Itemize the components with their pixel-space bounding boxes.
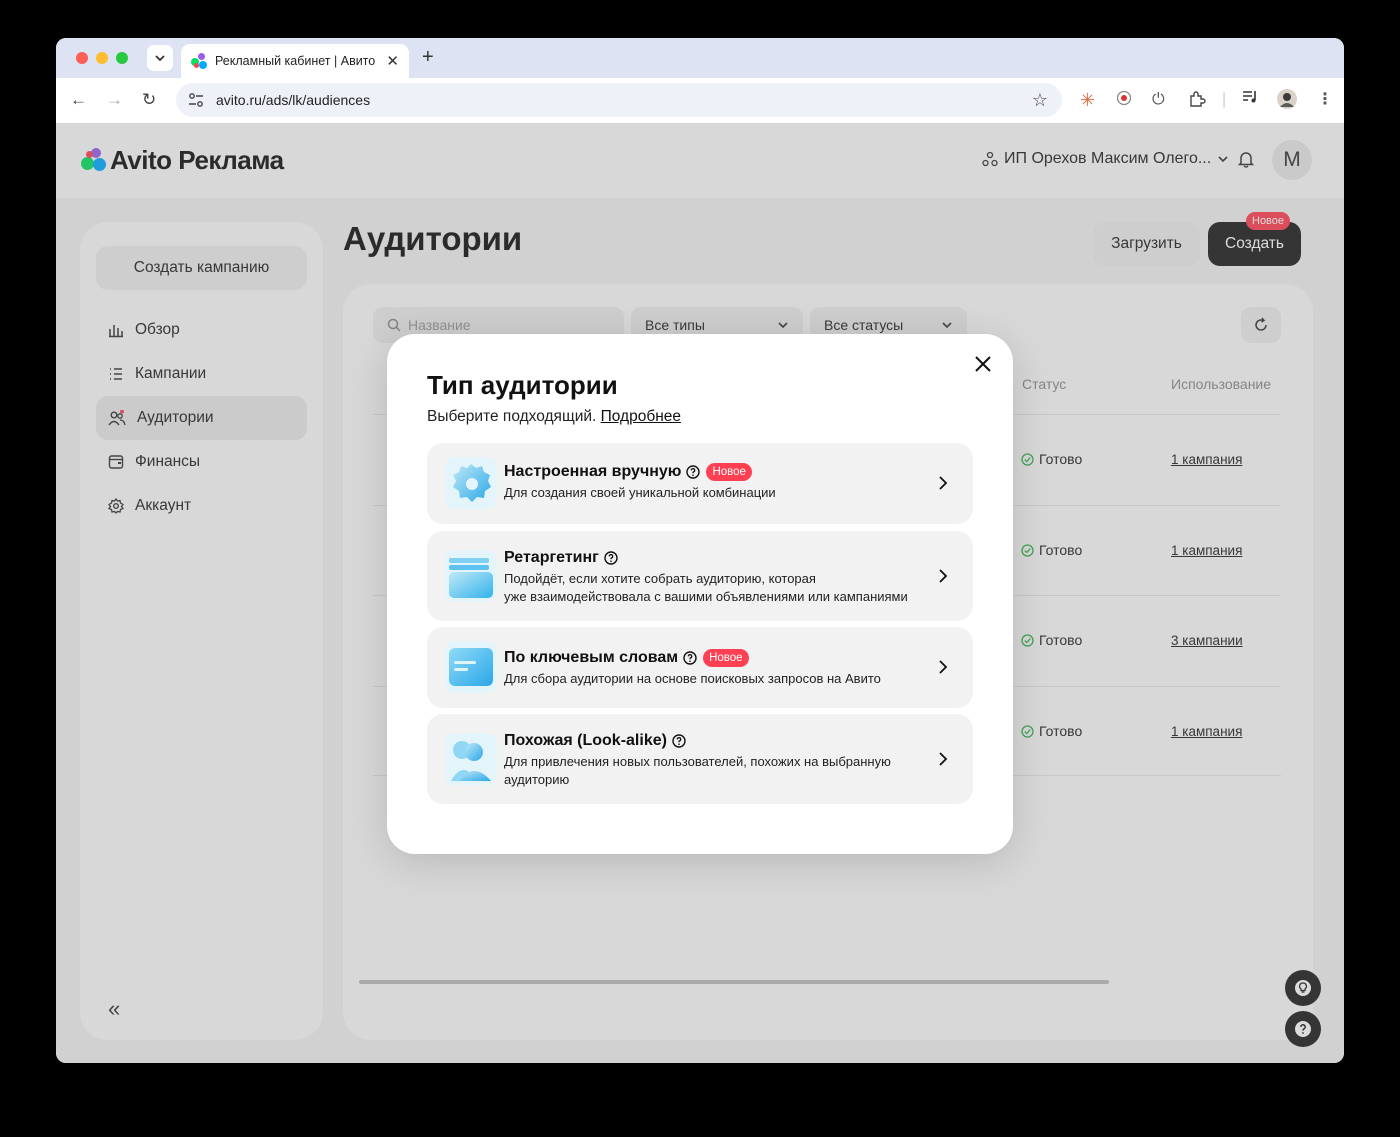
option-manual[interactable]: Настроенная вручную Новое Для создания с…: [427, 443, 973, 524]
option-text: По ключевым словам Новое Для сбора аудит…: [504, 649, 913, 688]
browser-tab-active[interactable]: Рекламный кабинет | Авито ✕: [181, 44, 409, 78]
new-tab-button[interactable]: +: [422, 46, 434, 68]
back-arrow-icon[interactable]: ←: [70, 90, 87, 110]
option-description-line: Для привлечения новых пользователей, пох…: [504, 754, 891, 769]
extensions-puzzle-icon[interactable]: [1188, 90, 1206, 114]
option-retargeting[interactable]: Ретаргетинг Подойдёт, если хотите собрат…: [427, 531, 973, 621]
close-icon: [975, 356, 991, 372]
help-circle-icon[interactable]: [686, 465, 701, 479]
modal-title: Тип аудитории: [427, 370, 618, 400]
option-title: По ключевым словам Новое: [504, 649, 913, 667]
new-badge: Новое: [706, 463, 752, 481]
modal-subtitle: Выберите подходящий. Подробнее: [427, 408, 681, 426]
close-tab-icon[interactable]: ✕: [386, 52, 399, 70]
forward-arrow-icon[interactable]: →: [106, 90, 123, 110]
media-queue-icon[interactable]: [1242, 90, 1258, 110]
option-text: Настроенная вручную Новое Для создания с…: [504, 463, 913, 502]
option-description-line: аудиторию: [504, 772, 570, 787]
tab-bar: Рекламный кабинет | Авито ✕ +: [56, 38, 1344, 78]
option-description-line: Подойдёт, если хотите собрать аудиторию,…: [504, 571, 816, 586]
avito-favicon-icon: [191, 53, 207, 69]
tab-title: Рекламный кабинет | Авито: [215, 54, 376, 68]
learn-more-link[interactable]: Подробнее: [601, 408, 681, 425]
gear-illustration-icon: [445, 457, 497, 509]
reload-icon[interactable]: ↻: [142, 90, 156, 110]
option-description: Для создания своей уникальной комбинации: [504, 485, 776, 500]
option-name: По ключевым словам: [504, 649, 679, 666]
close-modal-button[interactable]: [971, 352, 995, 376]
option-title: Ретаргетинг: [504, 549, 913, 567]
browser-window: Рекламный кабинет | Авито ✕ + ← → ↻ avit…: [56, 38, 1344, 1063]
option-text: Похожая (Look-alike) Для привлечения нов…: [504, 732, 913, 789]
option-title: Настроенная вручную Новое: [504, 463, 913, 481]
option-keywords[interactable]: По ключевым словам Новое Для сбора аудит…: [427, 627, 973, 708]
chevron-right-icon: [939, 569, 948, 583]
extension-power-icon[interactable]: ⏻: [1152, 90, 1165, 110]
option-text: Ретаргетинг Подойдёт, если хотите собрат…: [504, 549, 913, 606]
chevron-right-icon: [939, 476, 948, 490]
browser-menu-icon[interactable]: ⋮: [1317, 90, 1333, 110]
address-bar[interactable]: avito.ru/ads/lk/audiences ☆: [176, 83, 1062, 117]
option-lookalike[interactable]: Похожая (Look-alike) Для привлечения нов…: [427, 714, 973, 804]
document-illustration-icon: [445, 641, 497, 693]
option-description-line: уже взаимодействовала с вашими объявлени…: [504, 589, 908, 604]
chevron-down-icon: [155, 55, 165, 62]
help-circle-icon[interactable]: [672, 734, 686, 748]
option-description: Подойдёт, если хотите собрать аудиторию,…: [504, 570, 913, 606]
chevron-right-icon: [939, 660, 948, 674]
minimize-window-button[interactable]: [96, 52, 108, 64]
cards-illustration-icon: [445, 550, 497, 602]
help-circle-icon[interactable]: [683, 651, 697, 665]
url-text: avito.ru/ads/lk/audiences: [216, 92, 371, 108]
help-circle-icon[interactable]: [604, 551, 618, 565]
modal-subtitle-text: Выберите подходящий.: [427, 408, 597, 425]
app-root: Avito Реклама ИП Орехов Максим Олего... …: [56, 124, 1344, 1063]
browser-toolbar: ← → ↻ avito.ru/ads/lk/audiences ☆ ✳ ⏻ | …: [56, 78, 1344, 124]
profile-avatar-icon[interactable]: [1276, 88, 1298, 116]
tab-search-button[interactable]: [147, 45, 173, 71]
new-badge: Новое: [703, 649, 749, 667]
extension-sparkle-icon[interactable]: ✳: [1080, 90, 1095, 110]
option-description: Для привлечения новых пользователей, пох…: [504, 753, 913, 789]
people-illustration-icon: [445, 733, 497, 785]
extension-record-icon[interactable]: [1116, 90, 1132, 112]
toolbar-divider: |: [1222, 91, 1227, 108]
audience-type-modal: Тип аудитории Выберите подходящий. Подро…: [387, 334, 1013, 854]
option-name: Ретаргетинг: [504, 549, 599, 566]
option-name: Настроенная вручную: [504, 463, 682, 480]
chevron-right-icon: [939, 752, 948, 766]
maximize-window-button[interactable]: [116, 52, 128, 64]
site-settings-icon[interactable]: [188, 93, 204, 107]
option-description: Для сбора аудитории на основе поисковых …: [504, 671, 881, 686]
bookmark-star-icon[interactable]: ☆: [1032, 90, 1048, 111]
option-title: Похожая (Look-alike): [504, 732, 913, 750]
option-name: Похожая (Look-alike): [504, 732, 667, 749]
close-window-button[interactable]: [76, 52, 88, 64]
